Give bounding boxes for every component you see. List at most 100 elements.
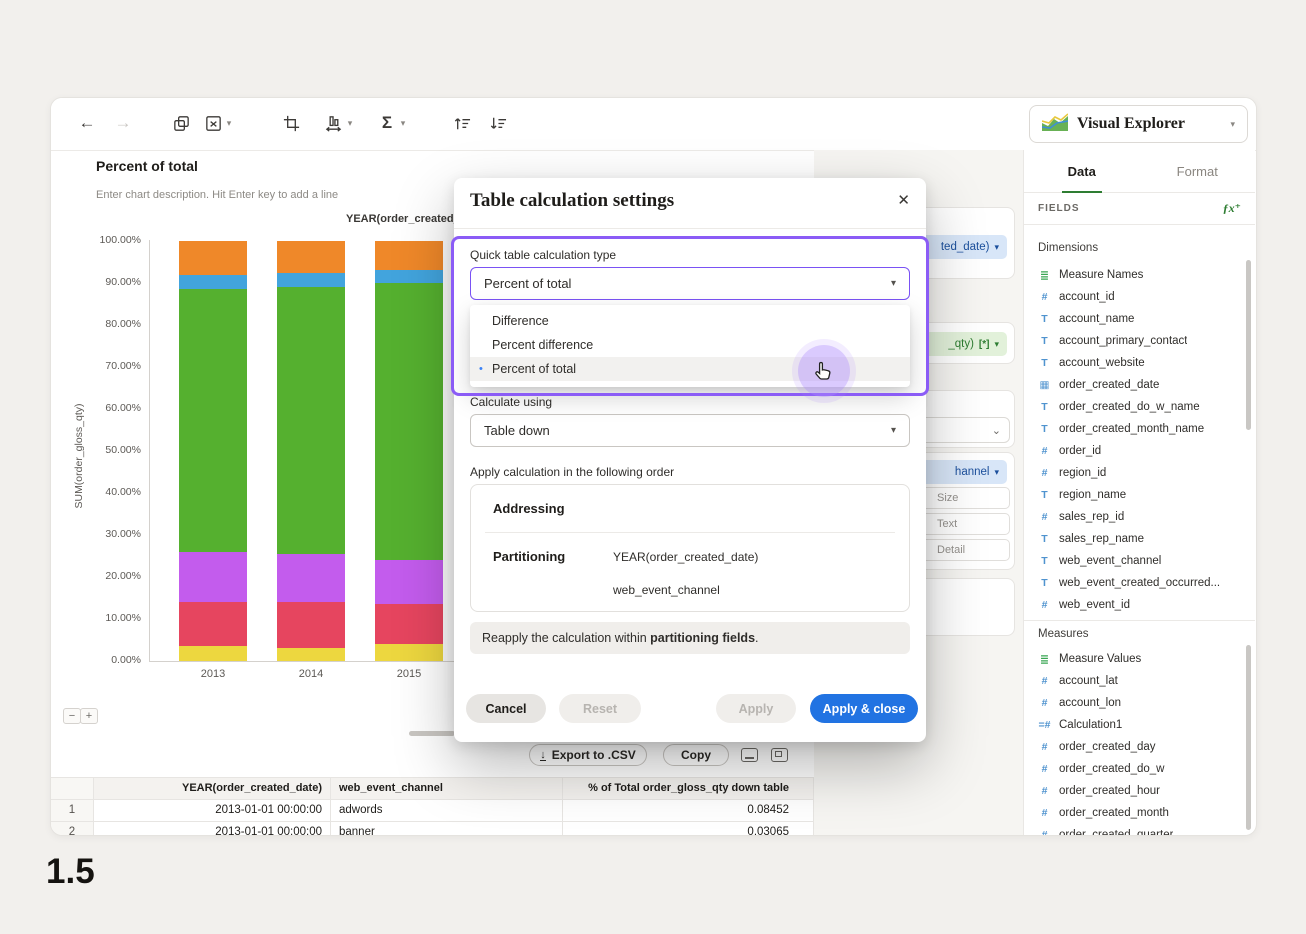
segment-yellow [277,648,345,661]
menu-item[interactable]: Difference [470,309,910,333]
segment-blue [277,273,345,288]
dimensions-scrollbar[interactable] [1246,260,1251,430]
reapply-note: Reapply the calculation within partition… [470,622,910,654]
field-item[interactable]: Tregion_name [1038,484,1245,506]
segment-yellow [375,644,443,661]
sigma-chevron-icon[interactable]: ▾ [397,111,409,135]
quick-type-select[interactable]: Percent of total ▾ [470,267,910,300]
horizontal-scrollbar[interactable] [409,731,455,736]
field-item[interactable]: #order_id [1038,440,1245,462]
field-item[interactable]: #sales_rep_id [1038,506,1245,528]
field-item[interactable]: Tweb_event_created_occurred... [1038,572,1245,594]
field-item[interactable]: Taccount_primary_contact [1038,330,1245,352]
swap-axes-chevron-icon[interactable]: ▾ [344,111,356,135]
field-item[interactable]: #region_id [1038,462,1245,484]
text-type-icon: T [1038,357,1051,369]
remove-chart-chevron-icon[interactable]: ▾ [223,111,235,135]
tab-format[interactable]: Format [1140,150,1256,192]
remove-chart-icon[interactable] [201,111,225,135]
order-box: Addressing Partitioning YEAR(order_creat… [470,484,910,612]
field-item[interactable]: =#Calculation1 [1038,714,1245,736]
sigma-icon[interactable]: Σ [375,111,399,135]
crop-icon[interactable] [279,111,303,135]
segment-red [375,604,443,644]
field-item[interactable]: Taccount_name [1038,308,1245,330]
export-csv-button[interactable]: ↓ Export to .CSV [529,744,647,766]
cursor-pointer-icon [798,345,850,397]
visual-explorer-switcher[interactable]: Visual Explorer ▾ [1029,105,1248,143]
reset-button[interactable]: Reset [559,694,641,723]
segment-purple [277,554,345,602]
measure-type-icon: ≣ [1038,653,1051,666]
sort-ascending-icon[interactable] [449,111,473,135]
pill-chevron-icon: ▾ [994,242,999,253]
segment-blue [179,275,247,290]
field-item[interactable]: #order_created_month [1038,802,1245,824]
field-label: order_created_do_w_name [1059,401,1200,413]
swap-axes-icon[interactable] [321,111,345,135]
x-axis-label: 2014 [277,668,345,680]
results-table: YEAR(order_created_date)web_event_channe… [51,777,814,836]
partitioning-field: web_event_channel [613,583,758,597]
field-item[interactable]: #order_created_day [1038,736,1245,758]
field-item[interactable]: #order_created_hour [1038,780,1245,802]
field-label: web_event_channel [1059,555,1161,567]
field-item[interactable]: #account_lon [1038,692,1245,714]
field-item[interactable]: ▦order_created_date [1038,374,1245,396]
table-cell: 0.03065 [563,822,814,836]
table-header-cell [51,778,94,799]
field-item[interactable]: #web_event_id [1038,594,1245,616]
screen: ← → ▾ [0,0,1306,934]
close-icon[interactable]: ✕ [897,191,910,209]
field-label: account_name [1059,313,1134,325]
tab-data[interactable]: Data [1024,150,1140,192]
table-cell: banner [331,822,563,836]
segment-purple [375,560,443,604]
calc-type-icon: =# [1038,719,1051,731]
apply-close-button[interactable]: Apply & close [810,694,918,723]
field-label: account_lon [1059,697,1121,709]
apply-button[interactable]: Apply [716,694,796,723]
field-label: region_name [1059,489,1126,501]
calculate-using-select[interactable]: Table down ▾ [470,414,910,447]
field-item[interactable]: Torder_created_month_name [1038,418,1245,440]
segment-green [277,287,345,554]
chart-description[interactable]: Enter chart description. Hit Enter key t… [96,189,338,201]
table-cell: 0.08452 [563,800,814,821]
bar-2015 [375,241,443,661]
expand-table-icon[interactable] [771,748,788,762]
sort-descending-icon[interactable] [485,111,509,135]
calculate-using-label: Calculate using [470,395,552,409]
duplicate-element-icon[interactable] [169,111,193,135]
field-item[interactable]: Tsales_rep_name [1038,528,1245,550]
field-item[interactable]: ≣Measure Names [1038,264,1245,286]
measures-scrollbar[interactable] [1246,645,1251,830]
zoom-in-button[interactable]: + [80,708,98,724]
field-item[interactable]: ≣Measure Values [1038,648,1245,670]
zoom-out-button[interactable]: − [63,708,81,724]
collapse-table-icon[interactable] [741,748,758,762]
cancel-button[interactable]: Cancel [466,694,546,723]
segment-red [277,602,345,648]
table-cell: 2 [51,822,94,836]
text-type-icon: T [1038,313,1051,325]
table-cell: adwords [331,800,563,821]
field-item[interactable]: #order_created_do_w [1038,758,1245,780]
partitioning-label: Partitioning [493,549,565,564]
field-label: order_created_day [1059,741,1156,753]
segment-green [179,289,247,552]
field-item[interactable]: #account_lat [1038,670,1245,692]
add-formula-icon[interactable]: ƒx⁺ [1223,201,1241,216]
field-item[interactable]: Tweb_event_channel [1038,550,1245,572]
table-cell: 2013-01-01 00:00:00 [94,822,331,836]
field-label: web_event_created_occurred... [1059,577,1220,589]
field-item[interactable]: Torder_created_do_w_name [1038,396,1245,418]
field-item[interactable]: #order_created_quarter [1038,824,1245,836]
copy-button[interactable]: Copy [663,744,729,766]
table-header-cell: YEAR(order_created_date) [94,778,331,799]
forward-icon[interactable]: → [111,111,135,135]
field-item[interactable]: Taccount_website [1038,352,1245,374]
back-icon[interactable]: ← [75,111,99,135]
field-item[interactable]: #account_id [1038,286,1245,308]
fields-sidebar: Data Format FIELDS ƒx⁺ Dimensions ≣Measu… [1023,150,1255,835]
